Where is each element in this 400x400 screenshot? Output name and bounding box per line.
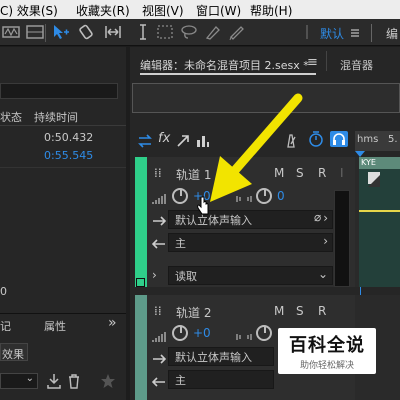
duration-header[interactable]: 持续时间 (34, 109, 78, 125)
status-header[interactable]: 状态 (0, 109, 22, 125)
track2-solo[interactable]: S (296, 304, 304, 318)
tab-properties[interactable]: 属性 (44, 318, 66, 334)
ruler-units: hms (357, 134, 379, 145)
track1-volume-knob[interactable] (172, 188, 188, 204)
track2-volume-value[interactable]: +0 (193, 326, 211, 340)
track2-input-select[interactable]: 默认立体声输入 (168, 347, 274, 366)
editor-tab[interactable]: 编辑器：未命名混音项目 2.sesx * (140, 57, 309, 73)
track1-output-label: 主 (175, 237, 186, 250)
watermark-title: 百科全说 (289, 335, 365, 356)
hand-cursor-icon (197, 196, 209, 215)
track2-color-strip (135, 295, 147, 400)
tab-divider (326, 51, 327, 71)
track1-color-strip (135, 157, 147, 287)
monitor-headphones-icon[interactable] (330, 131, 348, 147)
waveform-view-icon[interactable] (2, 23, 20, 41)
watermark-logo: 百科全说 助你轻松解决 (278, 328, 376, 374)
menu-effects[interactable]: C) 效果(S) (0, 2, 58, 19)
track1-clip-header[interactable]: KYE (359, 157, 400, 169)
sends-toggle-icon[interactable] (176, 133, 190, 147)
star-icon[interactable] (100, 373, 116, 389)
workspace-edit[interactable]: 编 (386, 25, 398, 42)
input-arrow-icon (152, 212, 167, 226)
preset-dropdown[interactable]: ⌄ (0, 373, 38, 389)
menu-help[interactable]: 帮助(H) (250, 2, 292, 19)
files-panel: 状态 持续时间 0:50.432 0:55.545 0 记 属性 » 效果 ⌄ (0, 47, 126, 400)
panel-menu-icon[interactable]: ≡ (307, 55, 318, 70)
chevron-down-icon: ⌄ (317, 267, 328, 281)
track2-record[interactable]: R (318, 304, 326, 318)
active-tab-indicator (140, 73, 316, 75)
track1-mode-label: 读取 (175, 270, 197, 283)
trash-icon[interactable] (66, 373, 82, 389)
slip-tool-icon[interactable] (104, 23, 122, 41)
track1-meter (334, 190, 350, 287)
files-search-input[interactable] (0, 83, 118, 99)
menu-bar: C) 效果(S) 收藏夹(R) 视图(V) 窗口(W) 帮助(H) (0, 0, 400, 19)
watermark-subtitle: 助你轻松解决 (299, 361, 354, 371)
workspace-menu-icon[interactable] (346, 23, 364, 41)
clip-fade-handle[interactable] (368, 172, 380, 187)
time-ruler[interactable]: hms 5. (355, 131, 400, 151)
effect-button[interactable]: 效果 (0, 343, 28, 361)
io-toggle-icon[interactable] (138, 133, 152, 148)
chevron-down-icon: ⌄ (25, 373, 34, 384)
toolbar-divider (371, 24, 372, 42)
track1-automation-mode[interactable]: 读取 ⌄ (168, 266, 333, 285)
panel-divider (0, 313, 126, 314)
track2-output-select[interactable]: 主 (168, 370, 274, 389)
marquee-tool-icon[interactable] (156, 23, 174, 41)
spot-healing-tool-icon[interactable] (228, 23, 246, 41)
track2-volume-knob[interactable] (172, 325, 188, 341)
input-arrow-icon (152, 350, 167, 364)
track2-mute[interactable]: M (274, 304, 284, 318)
track2-input-label: 默认立体声输入 (175, 351, 252, 364)
output-arrow-icon (151, 235, 166, 249)
pan-icon (236, 328, 252, 340)
multitrack-view-icon[interactable] (26, 23, 44, 41)
lasso-tool-icon[interactable] (180, 23, 198, 41)
menu-view[interactable]: 视图(V) (142, 2, 184, 19)
menu-favorites[interactable]: 收藏夹(R) (76, 2, 130, 19)
track2-name[interactable]: 轨道 2 (176, 304, 211, 321)
ruler-value: 5. (388, 134, 398, 145)
track-grip-icon[interactable]: ⁞⁞ (154, 166, 162, 180)
track2-output-label: 主 (175, 374, 186, 387)
menu-window[interactable]: 窗口(W) (196, 2, 241, 19)
volume-icon (152, 190, 168, 204)
move-tool-icon[interactable] (52, 23, 70, 41)
file-duration: 0:55.545 (44, 149, 94, 162)
expand-panels-icon[interactable]: » (108, 315, 117, 331)
automation-expand-icon[interactable]: › (152, 268, 157, 282)
track1-input-monitor[interactable]: I (340, 166, 344, 180)
mixer-tab[interactable]: 混音器 (340, 57, 373, 73)
header-divider (0, 125, 126, 126)
track1-record[interactable]: R (318, 166, 326, 180)
toolbar: 默认 编 (0, 19, 400, 46)
snap-icon[interactable] (308, 131, 324, 147)
volume-envelope-line[interactable] (359, 210, 400, 212)
file-duration: 0:50.432 (44, 131, 94, 144)
workspace-default[interactable]: 默认 (320, 25, 344, 42)
time-selection-tool-icon[interactable] (134, 23, 152, 41)
input-phase-icon[interactable]: ⌀ (314, 210, 328, 226)
output-arrow-icon (151, 373, 166, 387)
track1-output-select[interactable]: 主 › (168, 233, 333, 252)
list-divider (0, 167, 126, 168)
workspace-divider-icon (298, 23, 316, 41)
track1-select-box[interactable] (136, 278, 145, 287)
clip-name: KYE (361, 158, 376, 167)
fx-toggle[interactable]: fx (158, 131, 170, 146)
razor-tool-icon[interactable] (78, 23, 96, 41)
tab-markers[interactable]: 记 (0, 318, 11, 334)
chevron-right-icon: › (323, 234, 328, 248)
bottom-value: 0 (0, 285, 7, 298)
volume-icon (152, 328, 168, 342)
import-icon[interactable] (46, 373, 62, 389)
brush-tool-icon[interactable] (204, 23, 222, 41)
track2-pan-knob[interactable] (256, 325, 272, 341)
track-grip-icon[interactable]: ⁞⁞ (154, 304, 162, 318)
toolbar-divider (45, 24, 46, 42)
